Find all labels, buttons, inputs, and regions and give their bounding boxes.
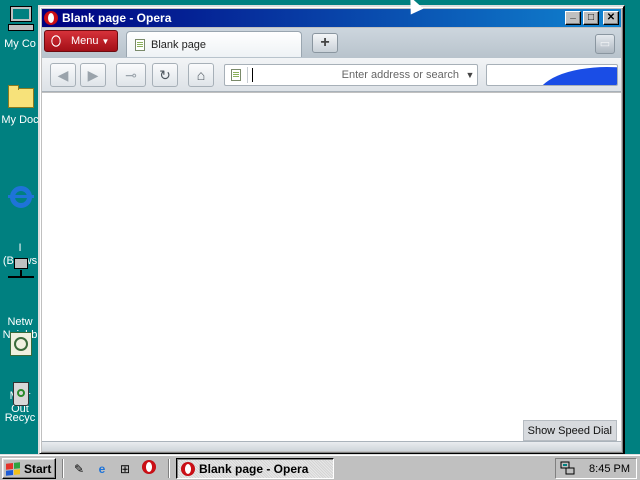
opera-link-button[interactable]: ⊸ <box>116 63 146 87</box>
taskbar-button-label: Blank page - Opera <box>199 461 309 476</box>
tab-strip: Menu ▼ Blank page + ▭ <box>42 28 621 58</box>
network-icon <box>4 256 36 288</box>
browser-window: Blank page - Opera _ □ ✕ Menu ▼ Blank pa… <box>38 5 625 455</box>
folder-icon <box>4 80 36 112</box>
status-bar <box>42 441 621 451</box>
reload-icon: ↻ <box>159 67 171 83</box>
close-button[interactable]: ✕ <box>603 11 619 25</box>
chevron-down-icon: ▼ <box>101 36 110 46</box>
title-bar[interactable]: Blank page - Opera _ □ ✕ <box>42 9 621 27</box>
search-field[interactable] <box>486 64 618 86</box>
taskbar-divider <box>168 459 170 478</box>
taskbar-divider <box>62 459 64 478</box>
address-input[interactable] <box>253 69 463 81</box>
menu-label: Menu <box>71 35 99 47</box>
quicklaunch-channels-icon[interactable]: ⊞ <box>116 460 134 478</box>
forward-button[interactable]: ▶ <box>80 63 106 87</box>
window-title: Blank page - Opera <box>62 11 172 25</box>
reload-button[interactable]: ↻ <box>152 63 178 87</box>
network-status-icon[interactable] <box>560 461 576 476</box>
quicklaunch-desktop-icon[interactable]: ✎ <box>70 460 88 478</box>
start-label: Start <box>24 461 52 476</box>
system-tray: 8:45 PM <box>555 458 637 479</box>
new-tab-button[interactable]: + <box>312 33 338 53</box>
recycle-bin-icon <box>4 378 36 410</box>
maximize-button[interactable]: □ <box>583 11 599 25</box>
opera-logo-icon <box>47 30 65 52</box>
opera-logo-icon <box>142 460 156 474</box>
search-engine-icon <box>537 67 617 85</box>
minimize-button[interactable]: _ <box>565 9 581 25</box>
internet-explorer-icon <box>4 182 36 214</box>
maximize-icon: □ <box>587 12 595 23</box>
outlook-icon <box>4 330 36 362</box>
plus-icon: + <box>320 34 330 51</box>
page-icon <box>135 38 145 51</box>
opera-logo-icon <box>181 461 195 476</box>
key-icon: ⊸ <box>125 67 137 83</box>
closed-tabs-button[interactable]: ▭ <box>595 34 615 54</box>
address-separator <box>247 67 248 83</box>
address-bar[interactable]: ▼ <box>224 64 478 86</box>
home-button[interactable]: ⌂ <box>188 63 214 87</box>
opera-logo-icon <box>44 11 58 25</box>
close-icon: ✕ <box>606 12 616 23</box>
show-speed-dial-button[interactable]: Show Speed Dial <box>522 420 617 441</box>
opera-menu-button[interactable]: Menu ▼ <box>44 30 118 52</box>
quicklaunch-ie-icon[interactable]: e <box>93 460 111 478</box>
windows-logo-icon <box>6 461 20 476</box>
arrow-left-icon: ◀ <box>57 67 69 83</box>
taskbar: Start ✎ e ⊞ Blank page - Opera 8:45 PM <box>0 454 640 480</box>
arrow-right-icon: ▶ <box>87 67 99 83</box>
navigation-toolbar: ◀ ▶ ⊸ ↻ ⌂ ▼ <box>42 58 621 92</box>
page-icon <box>231 69 241 81</box>
taskbar-button-opera[interactable]: Blank page - Opera <box>176 458 334 479</box>
computer-icon <box>4 4 36 36</box>
trash-icon: ▭ <box>599 38 611 50</box>
quicklaunch-opera-icon[interactable] <box>140 460 158 478</box>
home-icon: ⌂ <box>196 67 206 83</box>
chevron-down-icon[interactable]: ▼ <box>463 70 477 80</box>
back-button[interactable]: ◀ <box>50 63 76 87</box>
clock[interactable]: 8:45 PM <box>589 463 630 475</box>
start-button[interactable]: Start <box>2 458 56 479</box>
tab-blank-page[interactable]: Blank page <box>126 31 302 57</box>
tab-label: Blank page <box>151 38 207 51</box>
minimize-icon: _ <box>570 9 576 20</box>
speed-dial-label: Show Speed Dial <box>527 425 612 437</box>
page-content[interactable]: Show Speed Dial <box>42 93 621 441</box>
